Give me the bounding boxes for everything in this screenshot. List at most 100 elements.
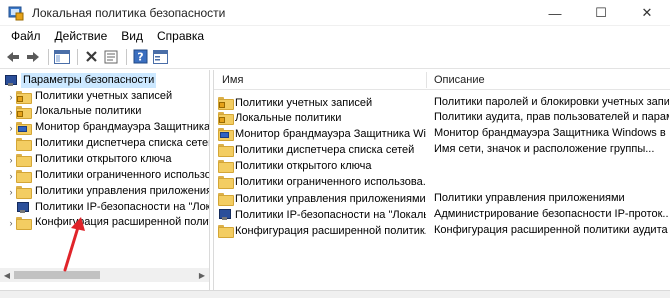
menu-bar: Файл Действие Вид Справка — [0, 26, 670, 45]
chevron-right-icon[interactable]: › — [6, 215, 16, 230]
delete-button[interactable] — [82, 48, 100, 66]
tree-label: Локальные политики — [35, 105, 142, 117]
item-name: Конфигурация расширенной политик... — [235, 224, 426, 237]
folder-monitor-icon — [218, 128, 234, 141]
column-header-name[interactable]: Имя — [216, 70, 243, 90]
toolbar-separator — [77, 48, 78, 65]
item-description: Имя сети, значок и расположение группы..… — [434, 143, 655, 155]
tree-item-advanced-audit[interactable]: › Конфигурация расширенной полити — [6, 215, 209, 230]
maximize-icon: ☐ — [595, 5, 607, 20]
tree-item-applocker[interactable]: › Политики управления приложения — [6, 184, 210, 199]
folder-lock-icon — [16, 91, 32, 104]
folder-icon — [218, 225, 234, 238]
tree-root-security-settings[interactable]: Параметры безопасности — [2, 73, 157, 88]
list-item[interactable]: Политики диспетчера списка сетей Имя сет… — [214, 142, 670, 157]
close-button[interactable]: ✕ — [624, 0, 670, 26]
scroll-right-icon[interactable]: ▶ — [195, 268, 209, 282]
list-item[interactable]: Монитор брандмауэра Защитника Win... Мон… — [214, 126, 670, 141]
list-item[interactable]: Политики IP-безопасности на "Локаль... А… — [214, 207, 670, 222]
folder-icon — [16, 138, 32, 151]
console-tree[interactable]: Параметры безопасности › Политики учетны… — [0, 70, 210, 290]
folder-lock-icon — [16, 106, 32, 119]
tree-item-ip-security[interactable]: Политики IP-безопасности на "Лока — [6, 200, 210, 215]
tree-label: Монитор брандмауэра Защитника W — [35, 121, 210, 133]
help-button[interactable]: ? — [131, 48, 149, 66]
column-divider[interactable] — [426, 72, 427, 88]
item-description: Политики управления приложениями — [434, 192, 625, 204]
chevron-right-icon[interactable]: › — [6, 168, 16, 183]
ip-security-icon — [16, 201, 30, 214]
item-name: Политики диспетчера списка сетей — [235, 143, 415, 156]
folder-lock-icon — [218, 112, 234, 125]
chevron-right-icon[interactable]: › — [6, 120, 16, 135]
ip-security-icon — [218, 208, 232, 221]
item-description: Конфигурация расширенной политики аудита — [434, 224, 668, 236]
forward-arrow-icon — [27, 51, 39, 62]
back-button[interactable] — [4, 48, 22, 66]
chevron-right-icon[interactable]: › — [6, 184, 16, 199]
scroll-left-icon[interactable]: ◀ — [0, 268, 14, 282]
tree-item-software-restriction[interactable]: › Политики ограниченного использо — [6, 168, 210, 183]
chevron-right-icon[interactable]: › — [6, 89, 16, 104]
list-item[interactable]: Политики учетных записей Политики пароле… — [214, 95, 670, 110]
maximize-button[interactable]: ☐ — [578, 0, 624, 26]
list-item[interactable]: Политики открытого ключа — [214, 158, 670, 173]
annotation-arrow-icon — [63, 217, 85, 272]
item-name: Политики ограниченного использова... — [235, 175, 426, 188]
properties-icon — [104, 50, 118, 63]
folder-icon — [16, 170, 32, 183]
window-title: Локальная политика безопасности — [32, 5, 226, 20]
column-header-description[interactable]: Описание — [428, 70, 485, 90]
list-item[interactable]: Политики управления приложениями Политик… — [214, 191, 670, 206]
tree-item-firewall-monitor[interactable]: › Монитор брандмауэра Защитника W — [6, 120, 210, 135]
list-item[interactable]: Конфигурация расширенной политик... Конф… — [214, 223, 670, 238]
toolbar: ? — [0, 45, 670, 69]
export-list-icon — [152, 49, 168, 64]
item-description: Политики аудита, прав пользователей и па… — [434, 111, 669, 123]
close-icon: ✕ — [641, 5, 653, 20]
folder-icon — [16, 217, 32, 230]
list-item[interactable]: Локальные политики Политики аудита, прав… — [214, 110, 670, 125]
show-hide-tree-button[interactable] — [53, 48, 71, 66]
tree-label: Параметры безопасности — [21, 73, 157, 88]
folder-icon — [218, 193, 234, 206]
item-description: Администрирование безопасности IP-проток… — [434, 208, 669, 220]
menu-view[interactable]: Вид — [114, 29, 150, 43]
item-description — [434, 174, 669, 189]
folder-icon — [218, 176, 234, 189]
item-description: Монитор брандмауэра Защитника Windows в … — [434, 127, 669, 139]
chevron-right-icon[interactable]: › — [6, 104, 16, 119]
menu-action[interactable]: Действие — [48, 29, 115, 43]
item-name: Локальные политики — [235, 111, 342, 124]
expander-placeholder — [6, 200, 16, 215]
expander-placeholder — [6, 136, 16, 151]
folder-lock-icon — [218, 97, 234, 110]
security-settings-icon — [4, 74, 18, 87]
tree-label: Политики открытого ключа — [35, 153, 172, 165]
horizontal-scrollbar[interactable]: ◀ ▶ — [0, 268, 209, 282]
tree-item-account-policies[interactable]: › Политики учетных записей — [6, 89, 174, 104]
tree-label: Политики ограниченного использо — [35, 169, 210, 181]
chevron-right-icon[interactable]: › — [6, 152, 16, 167]
security-policy-app-icon — [8, 5, 24, 21]
item-name: Политики IP-безопасности на "Локаль... — [235, 208, 426, 221]
list-item[interactable]: Политики ограниченного использова... — [214, 174, 670, 189]
details-list[interactable]: Имя Описание Политики учетных записей По… — [213, 70, 670, 290]
tree-label: Политики диспетчера списка сетей — [35, 137, 210, 149]
tree-item-network-list[interactable]: Политики диспетчера списка сетей — [6, 136, 210, 151]
delete-icon — [85, 51, 97, 62]
tree-item-local-policies[interactable]: › Локальные политики — [6, 104, 143, 119]
tree-item-public-key[interactable]: › Политики открытого ключа — [6, 152, 173, 167]
item-name: Монитор брандмауэра Защитника Win... — [235, 127, 426, 140]
toolbar-separator — [126, 48, 127, 65]
menu-file[interactable]: Файл — [4, 29, 48, 43]
title-bar: Локальная политика безопасности — ☐ ✕ — [0, 0, 670, 26]
forward-button[interactable] — [24, 48, 42, 66]
minimize-button[interactable]: — — [532, 0, 578, 26]
tree-label: Политики IP-безопасности на "Лока — [35, 201, 210, 213]
properties-button[interactable] — [102, 48, 120, 66]
console-tree-icon — [54, 49, 70, 64]
tree-label: Политики управления приложения — [35, 185, 210, 197]
export-list-button[interactable] — [151, 48, 169, 66]
menu-help[interactable]: Справка — [150, 29, 211, 43]
